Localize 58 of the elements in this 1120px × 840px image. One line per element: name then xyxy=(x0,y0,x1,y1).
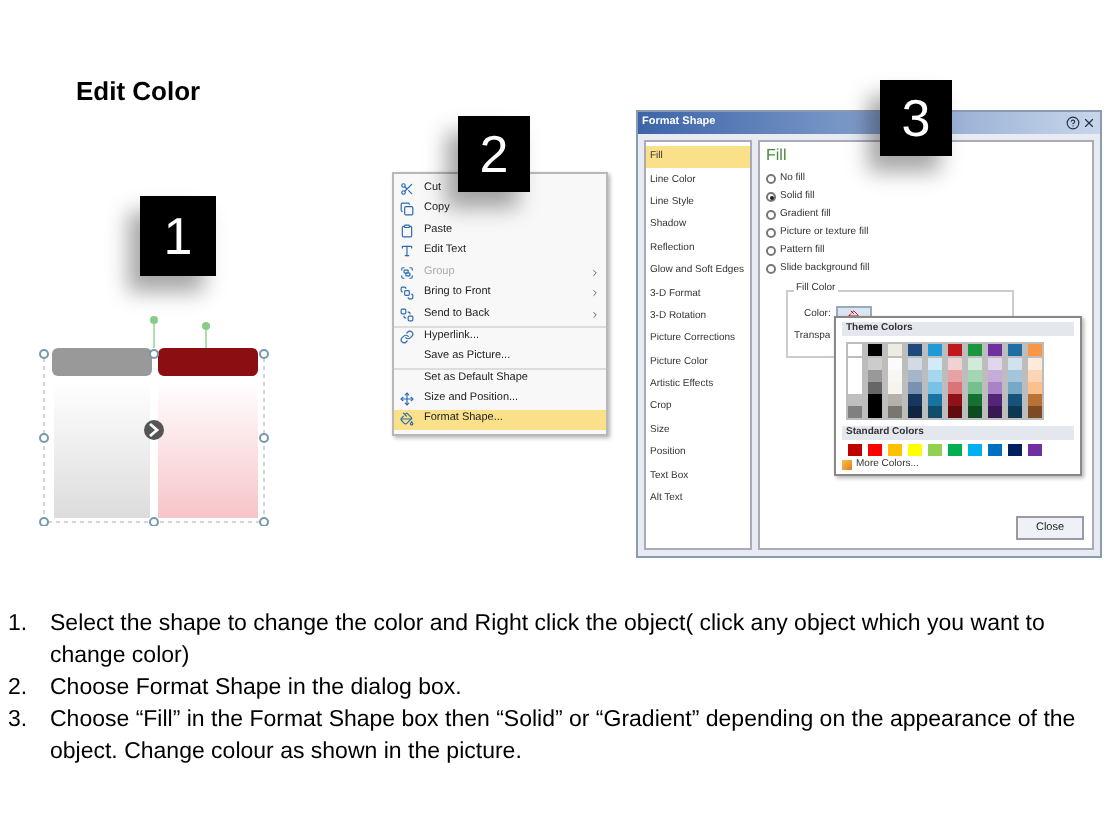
slide-title: Edit Color xyxy=(76,74,201,110)
send-back-icon xyxy=(400,307,414,322)
color-swatch[interactable] xyxy=(888,344,902,356)
color-swatch[interactable] xyxy=(1028,444,1042,456)
color-swatch[interactable] xyxy=(908,444,922,456)
scissors-icon xyxy=(400,181,414,196)
clipboard-icon xyxy=(400,223,414,238)
color-swatch[interactable] xyxy=(928,444,942,456)
color-swatch[interactable] xyxy=(928,344,942,356)
shade-column[interactable] xyxy=(908,358,922,418)
text-icon xyxy=(400,244,414,259)
color-swatch[interactable] xyxy=(848,444,862,456)
color-swatch[interactable] xyxy=(868,344,882,356)
link-icon xyxy=(400,329,414,344)
group-icon xyxy=(400,265,414,280)
step-number: 1. xyxy=(8,610,30,640)
color-swatch[interactable] xyxy=(968,344,982,356)
step-number: 3. xyxy=(8,706,30,736)
instruction-text: Select the shape to change the color and Right click the object( click any object which you want to change color) xyxy=(50,610,1047,672)
copy-icon xyxy=(400,202,414,217)
color-swatch[interactable] xyxy=(888,444,902,456)
bring-front-icon xyxy=(400,286,414,301)
fill-heading: Fill xyxy=(766,148,789,164)
color-swatch[interactable] xyxy=(868,444,882,456)
close-icon[interactable] xyxy=(1082,116,1096,130)
step-badge: 1 xyxy=(140,196,216,276)
shade-column[interactable] xyxy=(968,358,982,418)
help-icon[interactable] xyxy=(1066,116,1080,130)
shade-column[interactable] xyxy=(988,358,1002,418)
shade-column[interactable] xyxy=(1008,358,1022,418)
shade-column[interactable] xyxy=(1028,358,1042,418)
color-swatch[interactable] xyxy=(1008,444,1022,456)
palette-icon xyxy=(842,460,852,470)
color-swatch[interactable] xyxy=(988,344,1002,356)
radio-button[interactable] xyxy=(766,246,776,256)
radio-button[interactable] xyxy=(766,174,776,184)
instruction-text: Choose Format Shape in the dialog box. xyxy=(50,674,462,704)
step-badge: 2 xyxy=(458,116,530,192)
radio-button[interactable] xyxy=(766,192,776,202)
color-swatch[interactable] xyxy=(968,444,982,456)
color-swatch[interactable] xyxy=(1028,344,1042,356)
step-number: 2. xyxy=(8,674,30,704)
instruction-text: Choose “Fill” in the Format Shape box then “Solid” or “Gradient” depending on the appearance of the object. Change colour as shown in the picture. xyxy=(50,706,1078,768)
radio-button[interactable] xyxy=(766,210,776,220)
step-badge: 3 xyxy=(880,80,952,156)
color-swatch[interactable] xyxy=(848,344,862,356)
shade-column[interactable] xyxy=(868,358,882,418)
radio-button[interactable] xyxy=(766,264,776,274)
color-swatch[interactable] xyxy=(988,444,1002,456)
color-swatch[interactable] xyxy=(948,444,962,456)
color-swatch[interactable] xyxy=(948,344,962,356)
color-swatch[interactable] xyxy=(1008,344,1022,356)
shade-column[interactable] xyxy=(928,358,942,418)
shade-column[interactable] xyxy=(948,358,962,418)
radio-button[interactable] xyxy=(766,228,776,238)
paint-bucket-icon xyxy=(400,412,414,427)
color-swatch[interactable] xyxy=(908,344,922,356)
move-icon xyxy=(400,391,414,406)
